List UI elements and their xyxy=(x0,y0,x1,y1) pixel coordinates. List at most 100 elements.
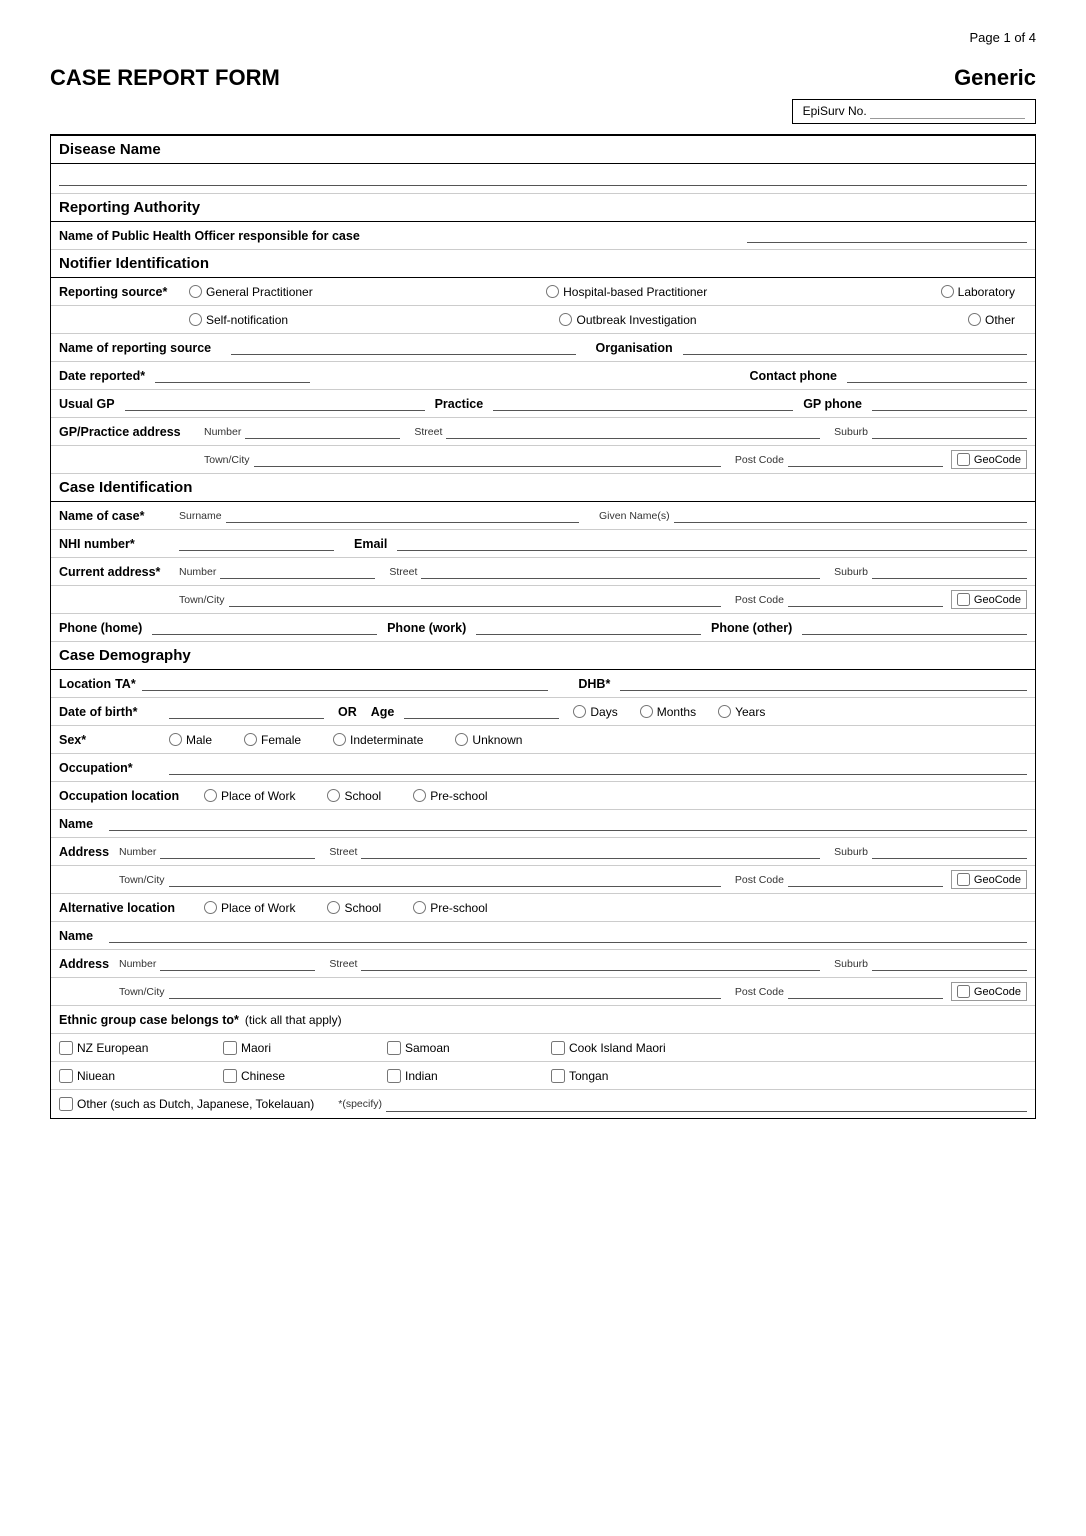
alt-suburb-input[interactable] xyxy=(872,956,1027,971)
suburb-label-3: Suburb xyxy=(834,846,868,858)
surname-label: Surname xyxy=(179,510,222,522)
cb-indian-label: Indian xyxy=(405,1069,438,1083)
radio-years-input[interactable] xyxy=(718,705,731,718)
gp-suburb-input[interactable] xyxy=(872,424,1027,439)
postcode-label-4: Post Code xyxy=(735,986,784,998)
cb-cook-island: Cook Island Maori xyxy=(551,1041,666,1055)
gp-town-input[interactable] xyxy=(254,452,721,467)
officer-input[interactable] xyxy=(747,228,1027,243)
date-reported-input[interactable] xyxy=(155,368,310,383)
occ-postcode-input[interactable] xyxy=(788,872,943,887)
curr-town-input[interactable] xyxy=(229,592,721,607)
occ-suburb-input[interactable] xyxy=(872,844,1027,859)
radio-months-input[interactable] xyxy=(640,705,653,718)
cb-other-input[interactable] xyxy=(59,1097,73,1111)
radio-hospital-input[interactable] xyxy=(546,285,559,298)
occupation-input[interactable] xyxy=(169,760,1027,775)
occ-street-input[interactable] xyxy=(361,844,820,859)
geocode-box-2: GeoCode xyxy=(951,590,1027,609)
phone-work-label: Phone (work) xyxy=(387,621,466,635)
alt-number-input[interactable] xyxy=(160,956,315,971)
other-specify-input[interactable] xyxy=(386,1097,1027,1112)
gp-street-input[interactable] xyxy=(446,424,820,439)
surname-input[interactable] xyxy=(226,508,579,523)
given-names-input[interactable] xyxy=(674,508,1027,523)
reporting-source-name-input[interactable] xyxy=(231,340,575,355)
radio-unknown-input[interactable] xyxy=(455,733,468,746)
curr-number-input[interactable] xyxy=(220,564,375,579)
radio-alt-school-input[interactable] xyxy=(327,901,340,914)
cb-cook-island-input[interactable] xyxy=(551,1041,565,1055)
suburb-label-2: Suburb xyxy=(834,566,868,578)
geocode-checkbox-3[interactable] xyxy=(957,873,970,886)
curr-street-input[interactable] xyxy=(421,564,820,579)
radio-outbreak-input[interactable] xyxy=(559,313,572,326)
cb-tongan-input[interactable] xyxy=(551,1069,565,1083)
dob-input[interactable] xyxy=(169,704,324,719)
cb-maori-input[interactable] xyxy=(223,1041,237,1055)
radio-lab-input[interactable] xyxy=(941,285,954,298)
geocode-checkbox-4[interactable] xyxy=(957,985,970,998)
ta-input[interactable] xyxy=(142,676,549,691)
alt-name-input[interactable] xyxy=(109,928,1027,943)
occupation-location-row: Occupation location Place of Work School… xyxy=(51,782,1035,810)
cb-niuean-input[interactable] xyxy=(59,1069,73,1083)
radio-hospital-label: Hospital-based Practitioner xyxy=(563,285,707,299)
ethnic-row1: NZ European Maori Samoan Cook Island Mao… xyxy=(51,1034,1035,1062)
phone-other-input[interactable] xyxy=(802,620,1027,635)
phone-work-input[interactable] xyxy=(476,620,701,635)
occ-address-row1: Address Number Street Suburb xyxy=(51,838,1035,866)
phone-home-input[interactable] xyxy=(152,620,377,635)
episurv-input[interactable] xyxy=(870,104,1025,119)
radio-days-input[interactable] xyxy=(573,705,586,718)
gp-postcode-input[interactable] xyxy=(788,452,943,467)
alt-town-input[interactable] xyxy=(169,984,721,999)
radio-other-input[interactable] xyxy=(968,313,981,326)
contact-phone-input[interactable] xyxy=(847,368,1027,383)
radio-male-input[interactable] xyxy=(169,733,182,746)
radio-alt-place-of-work-input[interactable] xyxy=(204,901,217,914)
practice-input[interactable] xyxy=(493,396,793,411)
alt-street-input[interactable] xyxy=(361,956,820,971)
radio-self-input[interactable] xyxy=(189,313,202,326)
dhb-input[interactable] xyxy=(620,676,1027,691)
curr-postcode-input[interactable] xyxy=(788,592,943,607)
geocode-checkbox-2[interactable] xyxy=(957,593,970,606)
number-label-2: Number xyxy=(179,566,216,578)
occ-number-input[interactable] xyxy=(160,844,315,859)
cb-chinese: Chinese xyxy=(223,1069,373,1083)
nhi-input[interactable] xyxy=(179,536,334,551)
usual-gp-label: Usual GP xyxy=(59,397,115,411)
radio-indeterminate-input[interactable] xyxy=(333,733,346,746)
cb-indian-input[interactable] xyxy=(387,1069,401,1083)
radio-school-input[interactable] xyxy=(327,789,340,802)
cb-other: Other (such as Dutch, Japanese, Tokelaua… xyxy=(59,1097,314,1111)
radio-place-of-work-input[interactable] xyxy=(204,789,217,802)
radio-gp-input[interactable] xyxy=(189,285,202,298)
cb-chinese-input[interactable] xyxy=(223,1069,237,1083)
radio-alt-pre-school-input[interactable] xyxy=(413,901,426,914)
curr-suburb-input[interactable] xyxy=(872,564,1027,579)
main-form: Disease Name Reporting Authority Name of… xyxy=(50,134,1036,1119)
geocode-checkbox-1[interactable] xyxy=(957,453,970,466)
alt-postcode-input[interactable] xyxy=(788,984,943,999)
radio-lab-label: Laboratory xyxy=(958,285,1015,299)
cb-samoan-input[interactable] xyxy=(387,1041,401,1055)
gp-number-input[interactable] xyxy=(245,424,400,439)
age-input[interactable] xyxy=(404,704,559,719)
email-input[interactable] xyxy=(397,536,1027,551)
nhi-row: NHI number* Email xyxy=(51,530,1035,558)
occ-name-input[interactable] xyxy=(109,816,1027,831)
cb-nz-european-input[interactable] xyxy=(59,1041,73,1055)
radio-gp-label: General Practitioner xyxy=(206,285,313,299)
radio-pre-school-input[interactable] xyxy=(413,789,426,802)
gp-phone-input[interactable] xyxy=(872,396,1027,411)
occ-town-input[interactable] xyxy=(169,872,721,887)
organisation-input[interactable] xyxy=(683,340,1027,355)
radio-other-label: Other xyxy=(985,313,1015,327)
radio-female-input[interactable] xyxy=(244,733,257,746)
cb-indian: Indian xyxy=(387,1069,537,1083)
alt-address-row2: Town/City Post Code GeoCode xyxy=(51,978,1035,1006)
disease-name-input[interactable] xyxy=(59,171,1027,186)
usual-gp-input[interactable] xyxy=(125,396,425,411)
